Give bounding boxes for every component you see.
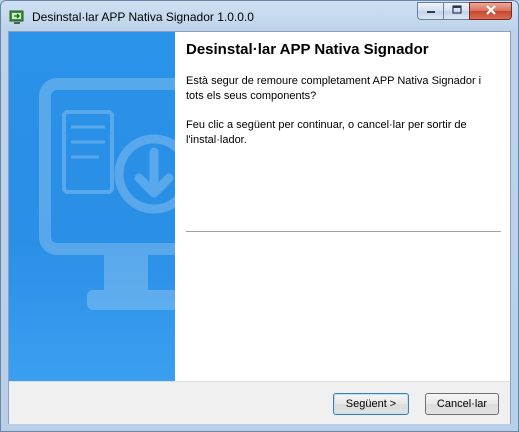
close-icon — [485, 2, 497, 20]
side-banner — [9, 32, 175, 381]
installer-window: Desinstal·lar APP Nativa Signador 1.0.0.… — [0, 0, 519, 432]
next-button[interactable]: Següent > — [333, 393, 409, 415]
installer-client-area: Desinstal·lar APP Nativa Signador Està s… — [8, 31, 511, 424]
uninstall-app-icon — [9, 9, 25, 25]
cancel-button[interactable]: Cancel·lar — [425, 393, 499, 415]
divider — [186, 231, 501, 232]
close-button[interactable] — [469, 2, 512, 20]
maximize-icon — [451, 2, 462, 20]
instruction-message: Feu clic a següent per continuar, o canc… — [186, 119, 467, 146]
maximize-button[interactable] — [443, 2, 469, 20]
caption-buttons — [417, 2, 512, 20]
title-bar[interactable]: Desinstal·lar APP Nativa Signador 1.0.0.… — [1, 1, 518, 31]
minimize-button[interactable] — [417, 2, 443, 20]
confirm-message: Està segur de remoure completament APP N… — [186, 75, 482, 102]
button-bar: Següent > Cancel·lar — [9, 381, 510, 424]
content-panel: Desinstal·lar APP Nativa Signador Està s… — [175, 32, 510, 381]
monitor-download-icon — [9, 78, 175, 381]
page-title: Desinstal·lar APP Nativa Signador — [186, 41, 429, 58]
window-title: Desinstal·lar APP Nativa Signador 1.0.0.… — [32, 10, 254, 24]
minimize-icon — [426, 2, 436, 20]
